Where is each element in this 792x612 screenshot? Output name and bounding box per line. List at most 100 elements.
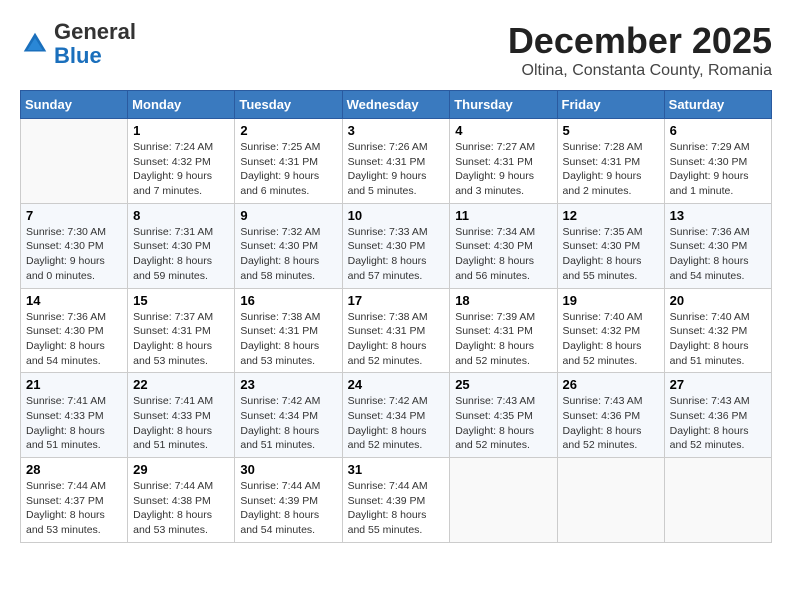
calendar-cell: 21 Sunrise: 7:41 AM Sunset: 4:33 PM Dayli… <box>21 373 128 458</box>
day-number: 28 <box>26 462 122 477</box>
logo-blue: Blue <box>54 43 102 68</box>
day-info: Sunrise: 7:24 AM Sunset: 4:32 PM Dayligh… <box>133 140 229 199</box>
day-info: Sunrise: 7:41 AM Sunset: 4:33 PM Dayligh… <box>26 394 122 453</box>
day-header-saturday: Saturday <box>664 91 771 119</box>
calendar-week-row: 14 Sunrise: 7:36 AM Sunset: 4:30 PM Dayli… <box>21 288 772 373</box>
day-info: Sunrise: 7:40 AM Sunset: 4:32 PM Dayligh… <box>563 310 659 369</box>
day-number: 24 <box>348 377 445 392</box>
day-header-sunday: Sunday <box>21 91 128 119</box>
calendar-cell <box>664 458 771 543</box>
day-number: 17 <box>348 293 445 308</box>
calendar-cell: 20 Sunrise: 7:40 AM Sunset: 4:32 PM Dayli… <box>664 288 771 373</box>
day-number: 26 <box>563 377 659 392</box>
day-info: Sunrise: 7:31 AM Sunset: 4:30 PM Dayligh… <box>133 225 229 284</box>
day-number: 12 <box>563 208 659 223</box>
calendar-cell: 26Sunrise: 7:43 AM Sunset: 4:36 PM Dayli… <box>557 373 664 458</box>
calendar-cell: 4 Sunrise: 7:27 AM Sunset: 4:31 PM Daylig… <box>450 119 557 204</box>
day-number: 5 <box>563 123 659 138</box>
calendar-cell: 1 Sunrise: 7:24 AM Sunset: 4:32 PM Daylig… <box>128 119 235 204</box>
day-number: 1 <box>133 123 229 138</box>
day-info: Sunrise: 7:38 AM Sunset: 4:31 PM Dayligh… <box>348 310 445 369</box>
calendar-cell: 22Sunrise: 7:41 AM Sunset: 4:33 PM Dayli… <box>128 373 235 458</box>
page-header: General Blue December 2025 Oltina, Const… <box>20 20 772 80</box>
day-number: 4 <box>455 123 551 138</box>
title-area: December 2025 Oltina, Constanta County, … <box>508 20 772 80</box>
calendar-cell: 11Sunrise: 7:34 AM Sunset: 4:30 PM Dayli… <box>450 203 557 288</box>
calendar-cell <box>557 458 664 543</box>
calendar-cell: 16 Sunrise: 7:38 AM Sunset: 4:31 PM Dayli… <box>235 288 342 373</box>
calendar-week-row: 1 Sunrise: 7:24 AM Sunset: 4:32 PM Daylig… <box>21 119 772 204</box>
day-info: Sunrise: 7:44 AM Sunset: 4:39 PM Dayligh… <box>240 479 336 538</box>
day-number: 16 <box>240 293 336 308</box>
day-info: Sunrise: 7:38 AM Sunset: 4:31 PM Dayligh… <box>240 310 336 369</box>
calendar-cell: 17 Sunrise: 7:38 AM Sunset: 4:31 PM Dayli… <box>342 288 450 373</box>
day-info: Sunrise: 7:37 AM Sunset: 4:31 PM Dayligh… <box>133 310 229 369</box>
day-number: 14 <box>26 293 122 308</box>
day-number: 7 <box>26 208 122 223</box>
day-info: Sunrise: 7:27 AM Sunset: 4:31 PM Dayligh… <box>455 140 551 199</box>
day-info: Sunrise: 7:42 AM Sunset: 4:34 PM Dayligh… <box>240 394 336 453</box>
day-number: 20 <box>670 293 766 308</box>
day-info: Sunrise: 7:33 AM Sunset: 4:30 PM Dayligh… <box>348 225 445 284</box>
day-number: 13 <box>670 208 766 223</box>
day-number: 27 <box>670 377 766 392</box>
calendar-cell: 7Sunrise: 7:30 AM Sunset: 4:30 PM Daylig… <box>21 203 128 288</box>
calendar-cell <box>21 119 128 204</box>
day-number: 6 <box>670 123 766 138</box>
day-info: Sunrise: 7:44 AM Sunset: 4:37 PM Dayligh… <box>26 479 122 538</box>
calendar-week-row: 21 Sunrise: 7:41 AM Sunset: 4:33 PM Dayli… <box>21 373 772 458</box>
day-number: 19 <box>563 293 659 308</box>
calendar-cell: 27 Sunrise: 7:43 AM Sunset: 4:36 PM Dayli… <box>664 373 771 458</box>
calendar-cell: 13 Sunrise: 7:36 AM Sunset: 4:30 PM Dayli… <box>664 203 771 288</box>
day-number: 10 <box>348 208 445 223</box>
day-info: Sunrise: 7:32 AM Sunset: 4:30 PM Dayligh… <box>240 225 336 284</box>
day-info: Sunrise: 7:42 AM Sunset: 4:34 PM Dayligh… <box>348 394 445 453</box>
day-info: Sunrise: 7:39 AM Sunset: 4:31 PM Dayligh… <box>455 310 551 369</box>
day-number: 29 <box>133 462 229 477</box>
day-info: Sunrise: 7:35 AM Sunset: 4:30 PM Dayligh… <box>563 225 659 284</box>
day-number: 15 <box>133 293 229 308</box>
day-info: Sunrise: 7:44 AM Sunset: 4:39 PM Dayligh… <box>348 479 445 538</box>
calendar-cell: 5 Sunrise: 7:28 AM Sunset: 4:31 PM Daylig… <box>557 119 664 204</box>
day-info: Sunrise: 7:29 AM Sunset: 4:30 PM Dayligh… <box>670 140 766 199</box>
day-info: Sunrise: 7:41 AM Sunset: 4:33 PM Dayligh… <box>133 394 229 453</box>
day-number: 21 <box>26 377 122 392</box>
day-info: Sunrise: 7:34 AM Sunset: 4:30 PM Dayligh… <box>455 225 551 284</box>
calendar-cell: 3Sunrise: 7:26 AM Sunset: 4:31 PM Daylig… <box>342 119 450 204</box>
calendar-cell: 8 Sunrise: 7:31 AM Sunset: 4:30 PM Daylig… <box>128 203 235 288</box>
calendar-week-row: 28 Sunrise: 7:44 AM Sunset: 4:37 PM Dayli… <box>21 458 772 543</box>
day-info: Sunrise: 7:36 AM Sunset: 4:30 PM Dayligh… <box>26 310 122 369</box>
calendar-cell: 28 Sunrise: 7:44 AM Sunset: 4:37 PM Dayli… <box>21 458 128 543</box>
day-number: 31 <box>348 462 445 477</box>
day-info: Sunrise: 7:40 AM Sunset: 4:32 PM Dayligh… <box>670 310 766 369</box>
day-info: Sunrise: 7:43 AM Sunset: 4:35 PM Dayligh… <box>455 394 551 453</box>
day-number: 30 <box>240 462 336 477</box>
day-info: Sunrise: 7:44 AM Sunset: 4:38 PM Dayligh… <box>133 479 229 538</box>
logo-icon <box>20 29 50 59</box>
calendar-cell: 6 Sunrise: 7:29 AM Sunset: 4:30 PM Daylig… <box>664 119 771 204</box>
day-header-thursday: Thursday <box>450 91 557 119</box>
calendar-cell: 23 Sunrise: 7:42 AM Sunset: 4:34 PM Dayli… <box>235 373 342 458</box>
calendar-cell: 24 Sunrise: 7:42 AM Sunset: 4:34 PM Dayli… <box>342 373 450 458</box>
calendar-cell: 10 Sunrise: 7:33 AM Sunset: 4:30 PM Dayli… <box>342 203 450 288</box>
day-number: 23 <box>240 377 336 392</box>
day-header-tuesday: Tuesday <box>235 91 342 119</box>
logo-general: General <box>54 19 136 44</box>
day-number: 9 <box>240 208 336 223</box>
calendar-cell: 2Sunrise: 7:25 AM Sunset: 4:31 PM Daylig… <box>235 119 342 204</box>
calendar-cell: 19 Sunrise: 7:40 AM Sunset: 4:32 PM Dayli… <box>557 288 664 373</box>
day-info: Sunrise: 7:28 AM Sunset: 4:31 PM Dayligh… <box>563 140 659 199</box>
calendar-cell: 30 Sunrise: 7:44 AM Sunset: 4:39 PM Dayli… <box>235 458 342 543</box>
day-number: 3 <box>348 123 445 138</box>
calendar-cell: 18Sunrise: 7:39 AM Sunset: 4:31 PM Dayli… <box>450 288 557 373</box>
day-number: 8 <box>133 208 229 223</box>
day-header-wednesday: Wednesday <box>342 91 450 119</box>
day-number: 2 <box>240 123 336 138</box>
day-header-friday: Friday <box>557 91 664 119</box>
logo: General Blue <box>20 20 136 68</box>
day-info: Sunrise: 7:43 AM Sunset: 4:36 PM Dayligh… <box>670 394 766 453</box>
calendar-table: SundayMondayTuesdayWednesdayThursdayFrid… <box>20 90 772 543</box>
day-info: Sunrise: 7:36 AM Sunset: 4:30 PM Dayligh… <box>670 225 766 284</box>
calendar-cell: 9 Sunrise: 7:32 AM Sunset: 4:30 PM Daylig… <box>235 203 342 288</box>
calendar-cell: 12 Sunrise: 7:35 AM Sunset: 4:30 PM Dayli… <box>557 203 664 288</box>
